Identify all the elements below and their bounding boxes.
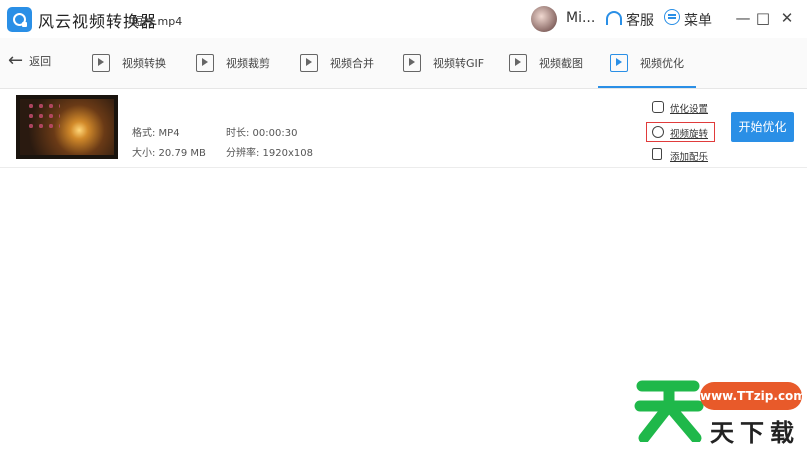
music-note-icon [652,148,662,160]
tab-video-crop[interactable]: 视频裁剪 [196,38,270,88]
tab-label: 视频转换 [122,57,166,70]
file-name: 短片.mp4 [132,15,183,28]
menu-button[interactable]: 菜单 [684,10,712,30]
toolbar: ← 返回 视频转换 视频裁剪 视频合并 视频转GIF 视频截图 视频优化 [0,38,807,89]
optimize-icon [610,54,628,72]
video-thumbnail [16,95,118,159]
watermark-url: www.TTzip.com [700,382,806,410]
settings-check-icon [652,101,664,113]
tab-video-merge[interactable]: 视频合并 [300,38,374,88]
start-optimize-button[interactable]: 开始优化 [731,112,794,142]
username[interactable]: Mi... [566,10,595,26]
minimize-button[interactable]: — [733,8,753,28]
file-size: 大小: 20.79 MB [132,148,206,159]
user-avatar[interactable] [531,6,557,32]
menu-icon[interactable] [664,9,680,25]
watermark-brand: 天下载 [710,419,800,447]
active-tab-indicator [598,86,696,88]
video-merge-icon [300,54,318,72]
tab-label: 视频优化 [640,57,684,70]
back-button[interactable]: ← 返回 [8,52,51,70]
screenshot-icon [509,54,527,72]
optimize-settings-link[interactable]: 优化设置 [670,101,708,115]
tab-label: 视频截图 [539,57,583,70]
video-to-gif-icon [403,54,421,72]
video-convert-icon [92,54,110,72]
file-format: 格式: MP4 [132,128,180,139]
back-arrow-icon: ← [8,50,24,71]
rotate-video-link[interactable]: 视频旋转 [670,126,708,140]
watermark-logo [634,380,704,442]
file-resolution: 分辨率: 1920x108 [226,148,314,159]
tab-label: 视频合并 [330,57,374,70]
rotate-icon [652,126,664,138]
tab-video-optimize[interactable]: 视频优化 [598,38,696,88]
tab-video-convert[interactable]: 视频转换 [92,38,166,88]
back-label: 返回 [29,55,52,68]
headset-icon[interactable] [606,11,622,25]
tab-video-screenshot[interactable]: 视频截图 [509,38,583,88]
close-button[interactable]: ✕ [777,8,797,28]
tab-label: 视频裁剪 [226,57,270,70]
maximize-button[interactable]: □ [753,8,773,28]
title-bar: 风云视频转换器 Mi... 客服 菜单 — □ ✕ [0,0,807,38]
support-button[interactable]: 客服 [626,10,654,30]
app-logo-icon [7,7,32,32]
tab-label: 视频转GIF [433,57,485,70]
video-crop-icon [196,54,214,72]
tab-video-to-gif[interactable]: 视频转GIF [403,38,484,88]
add-music-link[interactable]: 添加配乐 [670,149,708,163]
file-duration: 时长: 00:00:30 [226,128,298,139]
